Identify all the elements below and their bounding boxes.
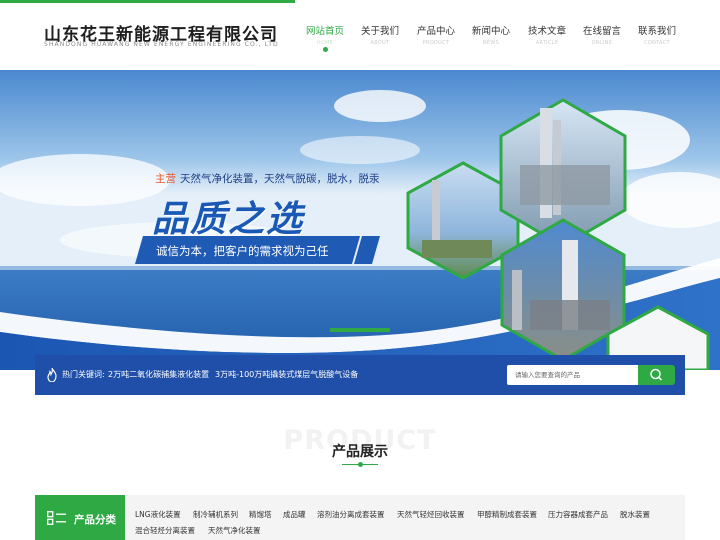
- nav-label-en: CONTACT: [644, 40, 670, 46]
- nav-label: 网站首页: [305, 26, 344, 37]
- category-grid-icon: [47, 511, 66, 525]
- section-title: 产品展示: [332, 444, 388, 460]
- nav-label: 新闻中心: [471, 26, 510, 37]
- main-business-label: 主营: [155, 173, 176, 185]
- nav-label: 在线留言: [582, 26, 621, 37]
- nav-news[interactable]: 新闻中心 NEWS: [461, 23, 521, 46]
- nav-label-en: ONLINE: [591, 40, 613, 46]
- nav-active-indicator: [323, 47, 328, 52]
- search-button[interactable]: [638, 365, 675, 385]
- banner-artwork: [0, 70, 720, 370]
- company-name-en: SHANDONG HUAWANG NEW ENERGY ENGINEERING …: [44, 41, 279, 48]
- category-item[interactable]: 甲醇精制成套装置: [477, 509, 537, 520]
- category-label: 产品分类: [74, 514, 116, 526]
- nav-label-en: ABOUT: [370, 40, 390, 46]
- main-business-line: 主营 天然气净化装置，天然气脱碳，脱水，脱汞: [155, 171, 380, 186]
- category-item[interactable]: 天然气净化装置: [208, 525, 261, 536]
- nav-label: 关于我们: [360, 26, 399, 37]
- nav-label: 联系我们: [637, 26, 676, 37]
- search-icon: [650, 368, 663, 381]
- nav-label-en: PRODUCT: [422, 40, 450, 46]
- nav-message[interactable]: 在线留言 ONLINE: [572, 23, 632, 46]
- search-input[interactable]: [507, 365, 640, 385]
- nav-label-en: ARTICLE: [535, 40, 559, 46]
- nav-home[interactable]: 网站首页 HOME: [295, 23, 355, 46]
- category-item[interactable]: 溶剂油分离成套装置: [317, 509, 385, 520]
- category-item[interactable]: 精馏塔: [249, 509, 272, 520]
- nav-label: 产品中心: [416, 26, 455, 37]
- hot-keyword-link[interactable]: 2万吨二氧化碳捕集液化装置: [108, 369, 209, 380]
- category-header: 产品分类: [35, 495, 125, 540]
- category-item[interactable]: LNG液化装置: [135, 509, 181, 520]
- slogan-title: 品质之选: [152, 199, 305, 240]
- category-item[interactable]: 压力容器成套产品: [548, 509, 608, 520]
- hero-banner: 主营 天然气净化装置，天然气脱碳，脱水，脱汞 品质之选 诚信为本，把客户的需求视为…: [0, 70, 720, 370]
- nav-label-en: HOME: [316, 40, 334, 46]
- nav-contact[interactable]: 联系我们 CONTACT: [627, 23, 687, 46]
- category-item[interactable]: 天然气轻烃回收装置: [397, 509, 465, 520]
- category-item[interactable]: 混合轻烃分离装置: [135, 525, 195, 536]
- site-header: 山东花王新能源工程有限公司 SHANDONG HUAWANG NEW ENERG…: [0, 3, 720, 70]
- category-item[interactable]: 制冷辅机系列: [193, 509, 238, 520]
- category-item[interactable]: 成品罐: [283, 509, 306, 520]
- hot-keyword-link[interactable]: 3万吨-100万吨撬装式煤层气脱酸气设备: [215, 369, 358, 380]
- search-bar: 热门关键词: 2万吨二氧化碳捕集液化装置 3万吨-100万吨撬装式煤层气脱酸气设…: [35, 355, 685, 395]
- hot-keywords-label: 热门关键词:: [62, 370, 105, 379]
- category-list: LNG液化装置 制冷辅机系列 精馏塔 成品罐 溶剂油分离成套装置 天然气轻烃回收…: [125, 495, 685, 540]
- nav-about[interactable]: 关于我们 ABOUT: [350, 23, 410, 46]
- nav-articles[interactable]: 技术文章 ARTICLE: [517, 23, 577, 46]
- nav-products[interactable]: 产品中心 PRODUCT: [406, 23, 466, 46]
- fire-icon: [47, 368, 57, 382]
- nav-label-en: NEWS: [482, 40, 500, 46]
- category-item[interactable]: 脱水装置: [620, 509, 650, 520]
- main-business-text: 天然气净化装置，天然气脱碳，脱水，脱汞: [180, 173, 380, 185]
- section-divider-dot: [358, 462, 363, 467]
- slogan-tagline: 诚信为本，把客户的需求视为己任: [156, 244, 329, 258]
- nav-label: 技术文章: [527, 26, 566, 37]
